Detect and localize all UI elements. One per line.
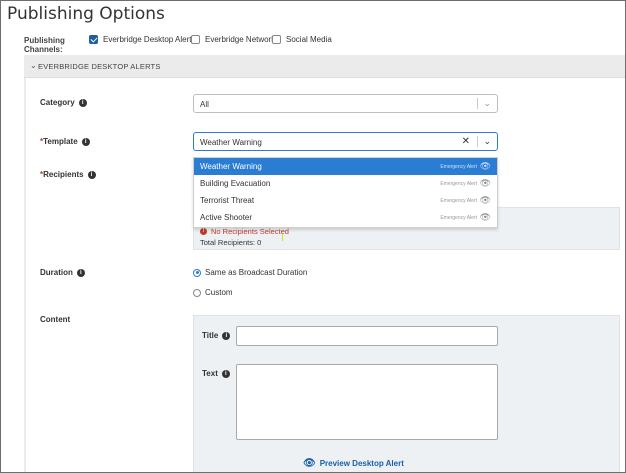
duration-custom-radio[interactable]: Custom	[193, 288, 233, 297]
option-name: Weather Warning	[200, 162, 262, 171]
duration-label-text: Duration	[40, 268, 73, 277]
select-separator	[477, 98, 478, 109]
option-name: Terrorist Threat	[200, 196, 255, 205]
recipients-label: * Recipients i	[40, 170, 96, 179]
info-icon[interactable]: i	[76, 268, 85, 277]
eye-icon[interactable]: 👁	[480, 212, 491, 223]
channels-label: Publishing Channels:	[24, 36, 65, 54]
option-tag: Emergency Alert	[440, 164, 477, 170]
option-tag: Emergency Alert	[440, 215, 477, 221]
channels-label-line2: Channels:	[24, 45, 63, 54]
category-label: Category i	[40, 98, 87, 107]
info-icon[interactable]: i	[221, 369, 230, 378]
channel-network-label: Everbridge Network	[205, 35, 276, 44]
channels-label-line1: Publishing	[24, 36, 65, 45]
category-label-text: Category	[40, 98, 75, 107]
template-label-text: Template	[43, 137, 78, 146]
option-name: Building Evacuation	[200, 179, 271, 188]
info-icon[interactable]: i	[81, 137, 90, 146]
section-left-rule	[24, 78, 26, 472]
title-input[interactable]	[236, 326, 498, 346]
category-select[interactable]: All ⌄	[193, 94, 498, 113]
template-label: * Template i	[40, 137, 90, 146]
preview-label: Preview Desktop Alert	[319, 459, 404, 468]
template-option-terrorist-threat[interactable]: Terrorist Threat Emergency Alert 👁	[194, 192, 497, 209]
eye-icon[interactable]: 👁	[480, 195, 491, 206]
radio-unselected-icon	[193, 288, 201, 297]
channel-desktop-alerts-checkbox[interactable]: Everbridge Desktop Alerts	[89, 35, 196, 44]
clear-icon[interactable]: ✕	[462, 136, 470, 147]
text-label-text: Text	[202, 369, 218, 378]
eye-icon[interactable]: 👁	[480, 161, 491, 172]
duration-same-label: Same as Broadcast Duration	[205, 268, 308, 277]
publishing-options-window: Publishing Options Publishing Channels: …	[0, 0, 626, 473]
channel-social-media-label: Social Media	[286, 35, 332, 44]
title-label: Title i	[202, 331, 231, 340]
info-icon[interactable]: i	[222, 331, 231, 340]
select-separator	[477, 136, 478, 147]
preview-desktop-alert-link[interactable]: 👁 Preview Desktop Alert	[303, 458, 404, 469]
section-header-desktop-alerts[interactable]: ⌄ EVERBRIDGE DESKTOP ALERTS	[24, 55, 625, 78]
checkbox-checked-icon	[89, 35, 98, 44]
content-panel: Title i Text i 👁 Preview Desktop Alert	[193, 315, 620, 472]
template-select[interactable]: Weather Warning ✕ ⌄	[193, 132, 498, 151]
error-icon: !	[200, 228, 207, 235]
duration-label: Duration i	[40, 268, 85, 277]
info-icon[interactable]: i	[78, 98, 87, 107]
text-textarea[interactable]	[236, 364, 498, 440]
recipients-error: ! No Recipients Selected	[200, 227, 289, 236]
text-cursor-marker	[282, 234, 283, 241]
recipients-error-text: No Recipients Selected	[211, 227, 289, 236]
checkbox-unchecked-icon	[191, 35, 200, 44]
checkbox-unchecked-icon	[272, 35, 281, 44]
option-tag: Emergency Alert	[440, 181, 477, 187]
radio-selected-icon	[193, 268, 201, 277]
category-value: All	[200, 100, 209, 109]
template-option-building-evacuation[interactable]: Building Evacuation Emergency Alert 👁	[194, 175, 497, 192]
page-title: Publishing Options	[7, 4, 165, 24]
recipients-label-text: Recipients	[43, 170, 84, 179]
template-option-weather-warning[interactable]: Weather Warning Emergency Alert 👁	[194, 158, 497, 175]
channel-social-media-checkbox[interactable]: Social Media	[272, 35, 332, 44]
template-option-active-shooter[interactable]: Active Shooter Emergency Alert 👁	[194, 209, 497, 226]
channel-network-checkbox[interactable]: Everbridge Network	[191, 35, 275, 44]
content-label-text: Content	[40, 315, 71, 324]
channel-desktop-alerts-label: Everbridge Desktop Alerts	[103, 35, 196, 44]
title-label-text: Title	[202, 331, 219, 340]
content-label: Content	[40, 315, 70, 324]
text-label: Text i	[202, 369, 230, 378]
eye-icon: 👁	[303, 458, 316, 469]
info-icon[interactable]: i	[87, 170, 96, 179]
duration-same-radio[interactable]: Same as Broadcast Duration	[193, 268, 307, 277]
chevron-down-icon[interactable]: ⌄	[483, 136, 491, 147]
chevron-down-icon: ⌄	[30, 61, 37, 70]
recipients-total: Total Recipients: 0	[200, 238, 262, 247]
template-value: Weather Warning	[200, 138, 262, 147]
option-tag: Emergency Alert	[440, 198, 477, 204]
section-title: EVERBRIDGE DESKTOP ALERTS	[38, 62, 161, 71]
option-name: Active Shooter	[200, 213, 253, 222]
duration-custom-label: Custom	[205, 288, 233, 297]
template-dropdown-menu: Weather Warning Emergency Alert 👁 Buildi…	[193, 157, 498, 228]
chevron-down-icon[interactable]: ⌄	[483, 98, 491, 109]
eye-icon[interactable]: 👁	[480, 178, 491, 189]
